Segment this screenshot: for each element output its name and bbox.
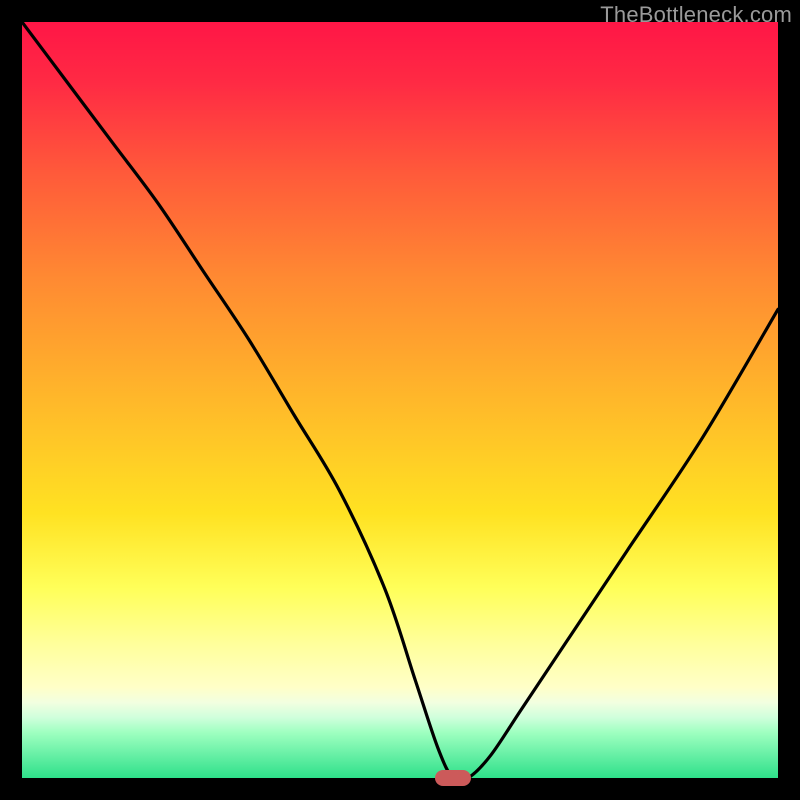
- watermark-text: TheBottleneck.com: [600, 2, 792, 28]
- plot-area: [22, 22, 778, 778]
- bottleneck-curve: [22, 22, 778, 778]
- optimal-marker: [435, 770, 471, 786]
- curve-path: [22, 22, 778, 778]
- chart-frame: TheBottleneck.com: [0, 0, 800, 800]
